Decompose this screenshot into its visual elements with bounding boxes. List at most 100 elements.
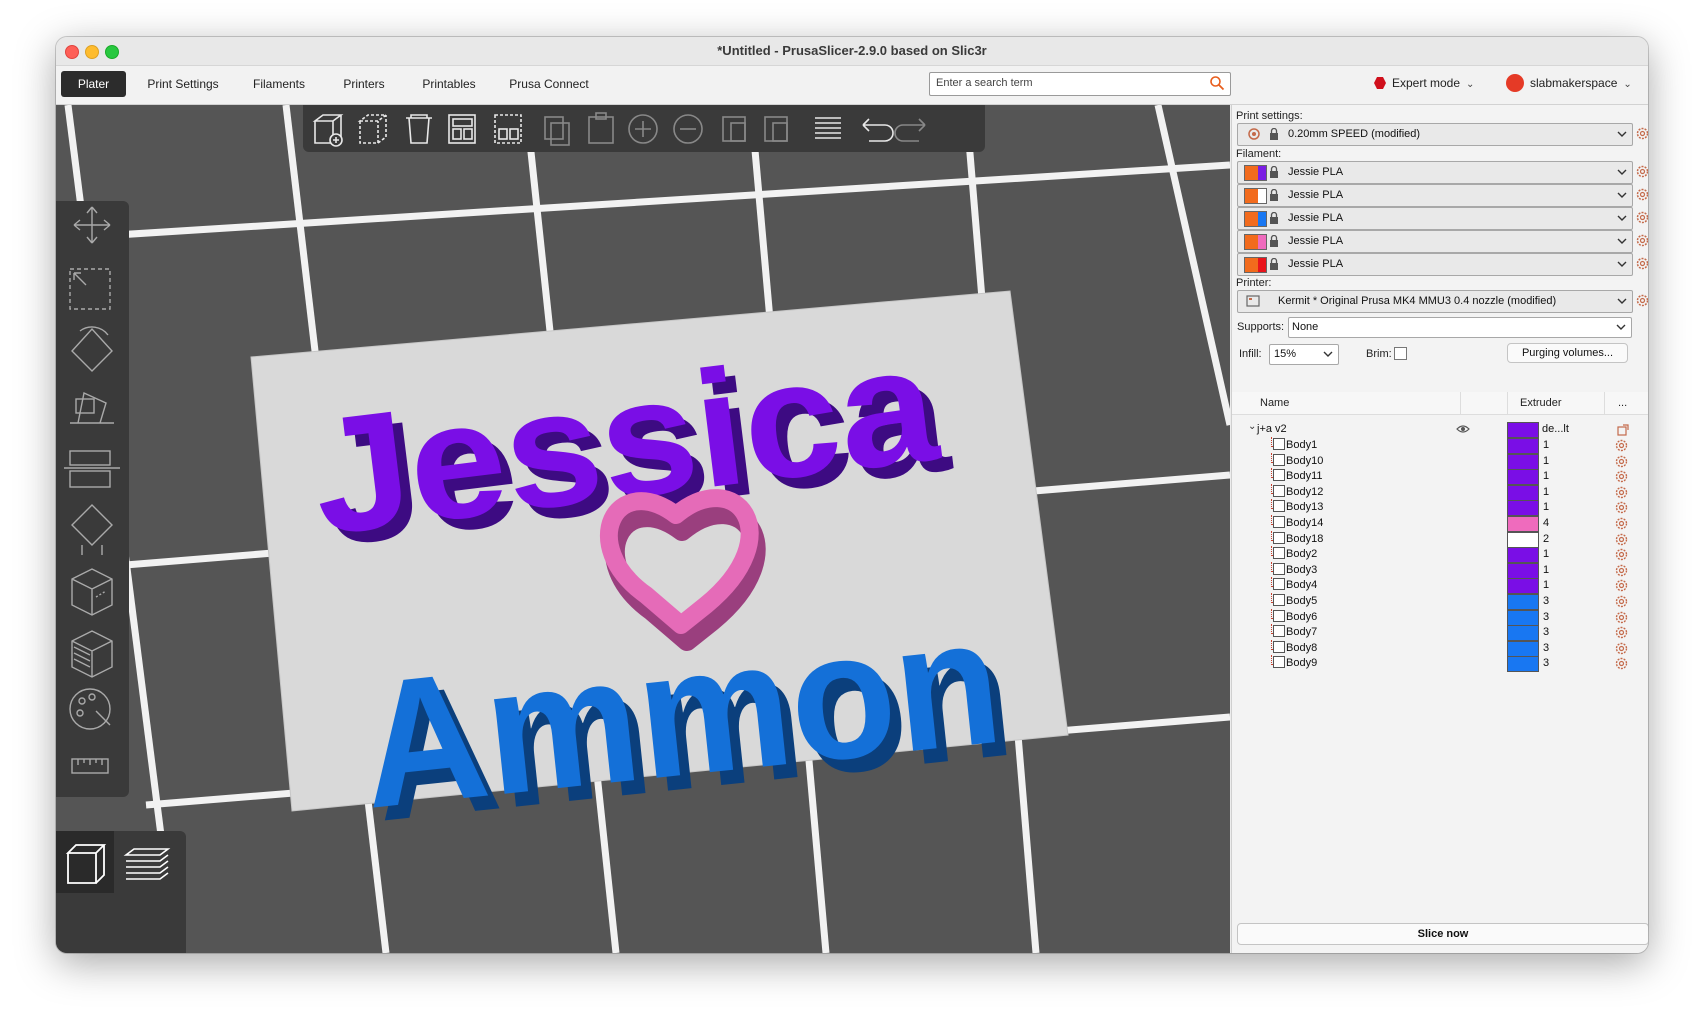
part-extruder-value[interactable]: 3	[1543, 657, 1549, 669]
object-extruder-color[interactable]	[1507, 422, 1539, 438]
undo-icon[interactable]	[862, 118, 894, 142]
part-row[interactable]: Body10 1	[1232, 452, 1648, 470]
filament-select-3[interactable]: Jessie PLA	[1237, 207, 1633, 230]
part-row[interactable]: Body14 4	[1232, 515, 1648, 532]
tab-print-settings[interactable]: Print Settings	[138, 71, 228, 97]
add-instance-icon[interactable]	[628, 114, 658, 144]
part-row[interactable]: Body8 3	[1232, 639, 1648, 657]
part-extruder-color[interactable]	[1507, 469, 1539, 486]
part-settings-icon[interactable]	[1615, 548, 1628, 561]
part-row[interactable]: Body7 3	[1232, 624, 1648, 642]
redo-icon[interactable]	[894, 118, 926, 142]
slice-now-button[interactable]: Slice now	[1237, 923, 1648, 945]
remove-instance-icon[interactable]	[673, 114, 703, 144]
search-icon[interactable]	[1209, 75, 1225, 91]
part-settings-icon[interactable]	[1615, 501, 1628, 514]
arrange-icon[interactable]	[448, 114, 476, 144]
part-extruder-value[interactable]: 1	[1543, 486, 1549, 498]
printer-gear-icon[interactable]	[1636, 294, 1648, 307]
part-settings-icon[interactable]	[1615, 611, 1628, 624]
preview-icon[interactable]	[123, 848, 171, 880]
part-extruder-value[interactable]: 4	[1543, 517, 1549, 529]
part-extruder-value[interactable]: 2	[1543, 533, 1549, 545]
printer-profile-select[interactable]: Kermit * Original Prusa MK4 MMU3 0.4 noz…	[1237, 290, 1633, 313]
part-extruder-value[interactable]: 3	[1543, 611, 1549, 623]
part-settings-icon[interactable]	[1615, 533, 1628, 546]
paste-icon[interactable]	[588, 112, 614, 144]
part-row[interactable]: Body5 3	[1232, 593, 1648, 610]
fuzzy-skin-icon[interactable]	[71, 630, 113, 678]
part-row[interactable]: Body11 1	[1232, 468, 1648, 486]
filament-gear-icon[interactable]	[1636, 211, 1648, 224]
column-name[interactable]: Name	[1260, 397, 1289, 409]
print-profile-select[interactable]: 0.20mm SPEED (modified)	[1237, 123, 1633, 146]
part-row[interactable]: Body2 1	[1232, 546, 1648, 564]
3d-viewport[interactable]: Jessica Jessica Ammon Ammon	[56, 105, 1230, 953]
part-extruder-value[interactable]: 1	[1543, 501, 1549, 513]
tab-prusa-connect[interactable]: Prusa Connect	[499, 71, 599, 97]
part-extruder-color[interactable]	[1507, 562, 1539, 579]
filament-gear-icon[interactable]	[1636, 257, 1648, 270]
part-extruder-color[interactable]	[1507, 516, 1539, 532]
part-extruder-value[interactable]: 3	[1543, 595, 1549, 607]
part-extruder-color[interactable]	[1507, 640, 1539, 657]
purging-volumes-button[interactable]: Purging volumes...	[1507, 343, 1628, 363]
part-row[interactable]: Body1 1	[1232, 437, 1648, 454]
part-row[interactable]: Body3 1	[1232, 561, 1648, 579]
filament-select-2[interactable]: Jessie PLA	[1237, 184, 1633, 207]
filament-gear-icon[interactable]	[1636, 234, 1648, 247]
search-input[interactable]: Enter a search term	[929, 72, 1231, 96]
delete-all-icon[interactable]	[406, 114, 432, 144]
layers-editing-icon[interactable]	[815, 117, 841, 139]
filament-gear-icon[interactable]	[1636, 188, 1648, 201]
part-extruder-color[interactable]	[1507, 531, 1539, 548]
object-row[interactable]: ⌄ j+a v2 de...lt	[1232, 421, 1648, 438]
tab-printers[interactable]: Printers	[329, 71, 399, 97]
part-extruder-value[interactable]: 1	[1543, 579, 1549, 591]
move-icon[interactable]	[73, 206, 111, 244]
part-extruder-color[interactable]	[1507, 625, 1539, 642]
part-row[interactable]: Body13 1	[1232, 499, 1648, 517]
column-extruder[interactable]: Extruder	[1520, 397, 1562, 409]
part-extruder-color[interactable]	[1507, 500, 1539, 517]
part-row[interactable]: Body6 3	[1232, 608, 1648, 626]
tab-filaments[interactable]: Filaments	[239, 71, 319, 97]
account-menu[interactable]: slabmakerspace ⌄	[1506, 74, 1632, 92]
part-extruder-color[interactable]	[1507, 453, 1539, 470]
supports-paint-icon[interactable]	[71, 504, 113, 555]
part-extruder-color[interactable]	[1507, 594, 1539, 610]
part-row[interactable]: Body18 2	[1232, 530, 1648, 548]
eye-icon[interactable]	[1456, 424, 1470, 434]
filament-select-4[interactable]: Jessie PLA	[1237, 230, 1633, 253]
part-settings-icon[interactable]	[1615, 626, 1628, 639]
supports-select[interactable]: None	[1288, 317, 1632, 338]
measure-icon[interactable]	[71, 758, 109, 774]
part-extruder-value[interactable]: 1	[1543, 564, 1549, 576]
object-extruder-value[interactable]: de...lt	[1542, 423, 1569, 435]
part-settings-icon[interactable]	[1615, 486, 1628, 499]
part-extruder-value[interactable]: 1	[1543, 439, 1549, 451]
place-on-face-icon[interactable]	[70, 391, 114, 424]
tab-printables[interactable]: Printables	[409, 71, 489, 97]
filament-select-5[interactable]: Jessie PLA	[1237, 253, 1633, 276]
seam-paint-icon[interactable]	[71, 568, 113, 616]
part-extruder-value[interactable]: 1	[1543, 548, 1549, 560]
copy-icon[interactable]	[544, 116, 570, 146]
part-settings-icon[interactable]	[1615, 579, 1628, 592]
part-extruder-color[interactable]	[1507, 438, 1539, 454]
cut-icon[interactable]	[64, 450, 120, 488]
filament-select-1[interactable]: Jessie PLA	[1237, 161, 1633, 184]
part-extruder-color[interactable]	[1507, 578, 1539, 595]
scale-icon[interactable]	[69, 268, 111, 310]
part-settings-icon[interactable]	[1615, 657, 1628, 670]
part-extruder-color[interactable]	[1507, 484, 1539, 501]
part-row[interactable]: Body12 1	[1232, 483, 1648, 501]
mode-selector[interactable]: Expert mode ⌄	[1374, 76, 1474, 90]
delete-icon[interactable]	[357, 114, 389, 144]
brim-checkbox[interactable]	[1394, 347, 1407, 360]
split-objects-icon[interactable]	[722, 116, 746, 142]
part-extruder-value[interactable]: 1	[1543, 455, 1549, 467]
part-extruder-color[interactable]	[1507, 547, 1539, 564]
infill-select[interactable]: 15%	[1269, 344, 1339, 365]
rotate-icon[interactable]	[71, 326, 113, 372]
